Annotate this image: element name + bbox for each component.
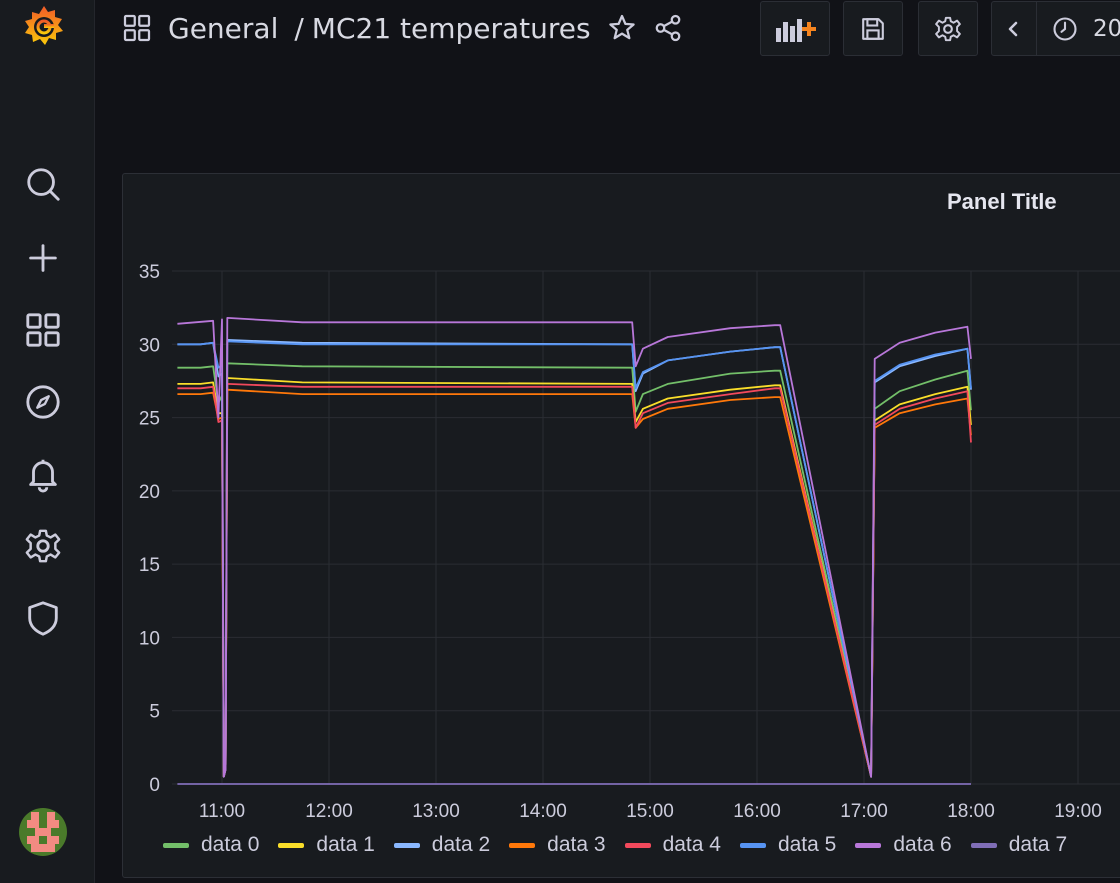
legend-label: data 0 bbox=[201, 833, 260, 856]
x-tick-label: 18:00 bbox=[947, 801, 995, 822]
x-tick-label: 14:00 bbox=[519, 801, 567, 822]
time-series-chart[interactable]: 0 5 10 15 20 25 30 35 11:00 12:00 13:00 14:00 15:00 1… bbox=[0, 0, 1120, 883]
x-tick-label: 16:00 bbox=[733, 801, 781, 822]
legend-swatch bbox=[393, 842, 420, 848]
legend-swatch bbox=[509, 842, 536, 848]
chart-legend: data 0 data 1 data 2 data 3 data 4 data 5 data… bbox=[163, 832, 1086, 858]
legend-swatch bbox=[739, 842, 766, 848]
x-tick-label: 19:00 bbox=[1054, 801, 1102, 822]
legend-swatch bbox=[278, 842, 305, 848]
legend-swatch bbox=[163, 842, 189, 848]
y-tick-label: 15 bbox=[139, 555, 160, 576]
y-tick-label: 0 bbox=[149, 775, 160, 796]
legend-item[interactable]: data 4 bbox=[624, 833, 721, 857]
y-tick-label: 5 bbox=[149, 702, 160, 723]
legend-label: data 3 bbox=[547, 833, 606, 856]
legend-item[interactable]: data 5 bbox=[739, 833, 837, 857]
x-tick-label: 13:00 bbox=[412, 801, 460, 822]
legend-label: data 2 bbox=[431, 833, 491, 856]
series-line-data-0[interactable] bbox=[177, 362, 972, 778]
x-tick-label: 17:00 bbox=[840, 801, 888, 822]
y-tick-label: 30 bbox=[139, 335, 160, 356]
series-line-data-1[interactable] bbox=[177, 377, 972, 778]
x-tick-label: 15:00 bbox=[626, 801, 674, 822]
legend-item[interactable]: data 7 bbox=[970, 833, 1068, 857]
legend-label: data 4 bbox=[662, 833, 721, 856]
series-line-data-4[interactable] bbox=[177, 383, 972, 778]
legend-label: data 6 bbox=[893, 833, 952, 856]
legend-label: data 5 bbox=[777, 833, 837, 856]
legend-item[interactable]: data 2 bbox=[393, 833, 491, 857]
legend-swatch bbox=[855, 842, 882, 848]
x-tick-label: 12:00 bbox=[305, 801, 353, 822]
legend-item[interactable]: data 0 bbox=[163, 833, 259, 857]
y-tick-label: 35 bbox=[139, 262, 160, 283]
legend-label: data 1 bbox=[316, 833, 375, 856]
legend-swatch bbox=[970, 842, 997, 848]
legend-item[interactable]: data 1 bbox=[278, 833, 375, 857]
series-line-data-5[interactable] bbox=[177, 340, 972, 778]
y-tick-label: 10 bbox=[139, 628, 160, 649]
legend-label: data 7 bbox=[1008, 833, 1068, 856]
legend-item[interactable]: data 3 bbox=[509, 833, 606, 857]
series-line-data-3[interactable] bbox=[177, 388, 972, 778]
legend-swatch bbox=[624, 842, 651, 848]
legend-item[interactable]: data 6 bbox=[855, 833, 952, 857]
x-tick-label: 11:00 bbox=[199, 801, 245, 822]
y-tick-label: 25 bbox=[139, 409, 160, 430]
y-tick-label: 20 bbox=[139, 482, 160, 503]
